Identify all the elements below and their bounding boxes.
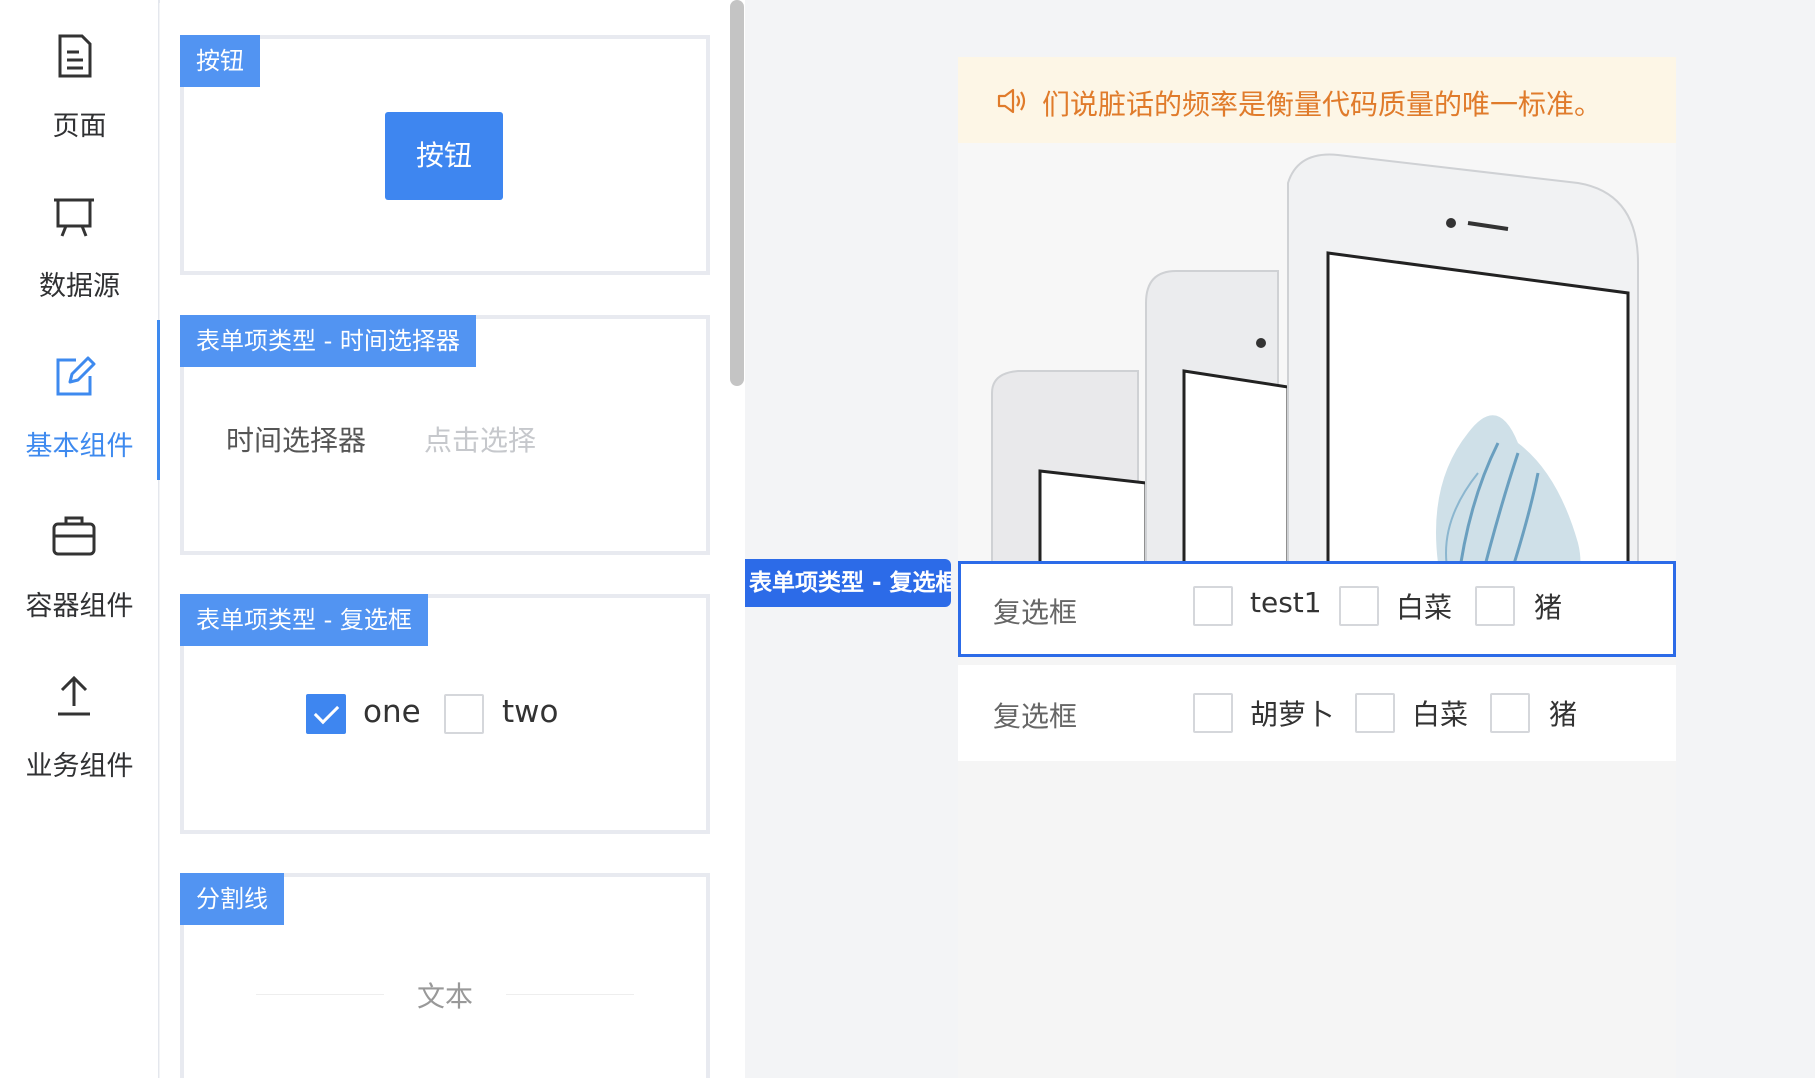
checkbox-label: 猪 — [1549, 698, 1578, 731]
checkbox-label: 猪 — [1534, 591, 1563, 624]
checkbox-pig[interactable] — [1490, 693, 1530, 733]
phone-preview: 们说脏话的频率是衡量代码质量的唯一标准。 复选框 test1 白菜 猪 复选框 … — [958, 57, 1676, 1078]
divider-text: 文本 — [416, 980, 473, 1013]
component-card-button[interactable]: 按钮 按钮 — [180, 35, 710, 275]
nav-item-datasource[interactable]: 数据源 — [0, 160, 159, 310]
card-tag: 表单项类型 - 复选框 — [180, 594, 428, 646]
component-panel: 按钮 按钮 表单项类型 - 时间选择器 时间选择器 点击选择 表单项类型 - 复… — [160, 0, 745, 1078]
checkbox-test1[interactable] — [1193, 586, 1233, 626]
row-label: 复选框 — [993, 596, 1078, 629]
time-picker-label: 时间选择器 — [226, 424, 367, 457]
notice-text: 们说脏话的频率是衡量代码质量的唯一标准。 — [1042, 88, 1603, 121]
row-label: 复选框 — [993, 700, 1078, 733]
speaker-icon — [997, 88, 1026, 114]
component-card-time-picker[interactable]: 表单项类型 - 时间选择器 时间选择器 点击选择 — [180, 315, 710, 555]
nav-item-business-components[interactable]: 业务组件 — [0, 640, 159, 790]
checkbox-row[interactable]: 复选框 胡萝卜 白菜 猪 — [958, 665, 1676, 761]
checkbox-cabbage[interactable] — [1355, 693, 1395, 733]
nav-item-page[interactable]: 页面 — [0, 0, 159, 150]
checkbox-label: test1 — [1250, 586, 1322, 619]
iphone-product-photo — [991, 153, 1639, 611]
checkbox-cabbage[interactable] — [1339, 586, 1379, 626]
nav-label: 页面 — [52, 111, 107, 142]
selected-component-tag[interactable]: 表单项类型 - 复选框 — [745, 559, 951, 607]
presentation-board-icon — [54, 198, 94, 237]
card-tag: 按钮 — [180, 35, 260, 87]
banner-carousel[interactable] — [958, 143, 1676, 611]
checkbox-label: one — [363, 694, 421, 730]
checkbox-two[interactable] — [444, 694, 484, 734]
checkbox-row-selected[interactable]: 复选框 test1 白菜 猪 — [958, 561, 1676, 657]
checkbox-label: 白菜 — [1396, 591, 1453, 624]
component-card-checkbox[interactable]: 表单项类型 - 复选框 one two — [180, 594, 710, 834]
checkbox-label: 白菜 — [1412, 698, 1469, 731]
card-tag: 分割线 — [180, 873, 284, 925]
component-card-divider[interactable]: 分割线 文本 — [180, 873, 710, 1078]
page-icon — [58, 34, 92, 78]
card-tag: 表单项类型 - 时间选择器 — [180, 315, 476, 367]
checkbox-label: 胡萝卜 — [1250, 698, 1335, 731]
upload-icon — [58, 675, 90, 716]
checkbox-one[interactable] — [306, 694, 346, 734]
time-picker-input[interactable]: 点击选择 — [424, 419, 536, 459]
nav-item-basic-components[interactable]: 基本组件 — [0, 320, 160, 480]
edit-icon — [56, 356, 96, 396]
checkbox-pig[interactable] — [1475, 586, 1515, 626]
design-canvas: 们说脏话的频率是衡量代码质量的唯一标准。 复选框 test1 白菜 猪 复选框 … — [745, 0, 1815, 1078]
checkbox-label: two — [502, 694, 559, 730]
left-nav: 页面 数据源 基本组件 容器组件 业务组件 — [0, 0, 160, 1078]
checkbox-carrot[interactable] — [1193, 693, 1233, 733]
nav-item-container-components[interactable]: 容器组件 — [0, 480, 159, 630]
nav-label: 基本组件 — [25, 431, 134, 462]
nav-label: 容器组件 — [25, 591, 134, 622]
sample-button[interactable]: 按钮 — [385, 112, 503, 200]
nav-label: 业务组件 — [25, 751, 134, 782]
nav-label: 数据源 — [39, 271, 120, 302]
panel-scrollbar[interactable] — [730, 0, 744, 386]
notice-bar[interactable]: 们说脏话的频率是衡量代码质量的唯一标准。 — [958, 57, 1676, 143]
briefcase-icon — [52, 516, 96, 556]
